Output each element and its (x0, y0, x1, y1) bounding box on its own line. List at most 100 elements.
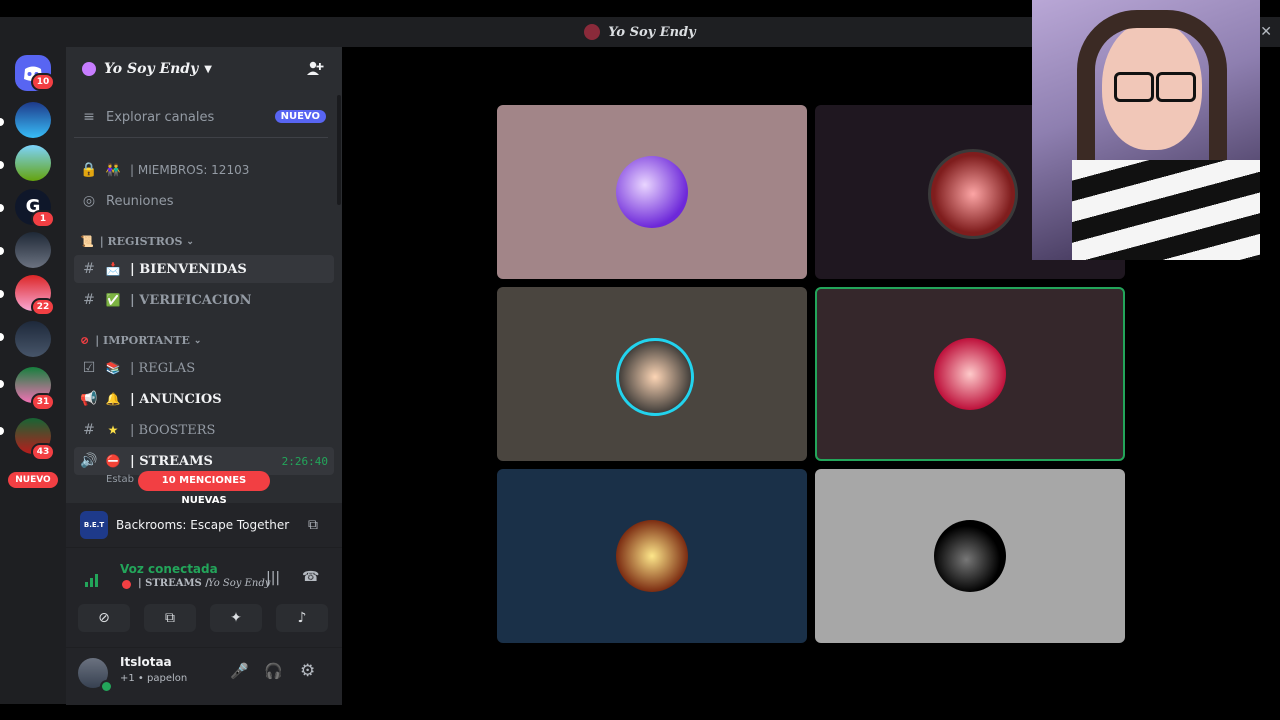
gear-icon[interactable]: ⚙ (300, 661, 315, 681)
list-icon: ≡ (83, 109, 95, 125)
sidebar-scrollbar[interactable] (337, 95, 341, 205)
participant-avatar (616, 156, 688, 228)
server-name: Yo Soy Endy (104, 61, 199, 77)
stream-timer: 2:26:40 (281, 454, 328, 468)
unread-indicator (0, 204, 4, 212)
username[interactable]: Itslotaa (120, 655, 172, 669)
check-emoji-icon: ✅ (105, 293, 121, 307)
notification-badge: 10 (31, 73, 55, 91)
streamer-sweater (1072, 160, 1260, 260)
channel-label: | ANUNCIOS (130, 391, 222, 407)
camera-off-icon: ⊘ (98, 610, 110, 626)
server-rail: 10 G 1 22 31 43 NUEVO (0, 47, 66, 704)
unread-indicator (0, 333, 4, 341)
chevron-down-icon: ⌄ (186, 236, 194, 247)
chevron-down-icon: ▼ (204, 63, 212, 75)
participant-avatar (934, 520, 1006, 592)
user-status: +1 • papelon (120, 673, 188, 684)
server-icon[interactable] (15, 102, 51, 138)
disconnect-icon[interactable]: ☎ (302, 569, 319, 585)
channel-label: | BOOSTERS (130, 422, 216, 438)
new-badge: NUEVO (274, 110, 326, 123)
video-off-button[interactable]: ⊘ (78, 604, 130, 632)
unread-indicator (0, 247, 4, 255)
bell-emoji-icon: 🔔 (105, 392, 121, 406)
people-emoji-icon: 👫 (105, 163, 121, 177)
category-label: | REGISTROS (99, 235, 183, 248)
channel-meetings[interactable]: ◎ Reuniones (74, 187, 334, 215)
explore-channels-label: Explorar canales (106, 109, 215, 125)
add-member-icon[interactable] (306, 59, 324, 81)
hashtag-icon: # (83, 422, 95, 438)
noise-suppression-icon[interactable]: ||| (266, 570, 280, 586)
server-icon[interactable] (15, 321, 51, 357)
screen-share-button[interactable]: ⧉ (144, 604, 196, 632)
unread-indicator (0, 427, 4, 435)
activities-button[interactable]: ✦ (210, 604, 262, 632)
channel-reglas[interactable]: ☑ 📚 | REGLAS (74, 354, 334, 382)
streams-subtext: Estab (106, 474, 134, 485)
screen-share-icon: ⧉ (165, 610, 175, 626)
voice-status[interactable]: Voz conectada (120, 562, 218, 576)
explore-channels[interactable]: ≡ Explorar canales NUEVO (74, 103, 334, 131)
lock-icon: 🔒 (80, 162, 98, 178)
glasses-left (1114, 72, 1154, 102)
category-importante[interactable]: ⊘ | IMPORTANTE ⌄ (80, 334, 201, 347)
glasses-right (1156, 72, 1196, 102)
new-mentions-pill[interactable]: 10 MENCIONES NUEVAS (138, 471, 270, 506)
notification-badge: 43 (31, 443, 55, 461)
participant-tile[interactable] (497, 287, 807, 461)
signal-icon (84, 572, 100, 592)
channel-sidebar: Yo Soy Endy ▼ ≡ Explorar canales NUEVO 🔒… (66, 47, 342, 705)
participant-tile[interactable] (497, 105, 807, 279)
user-panel: Itslotaa +1 • papelon 🎤 🎧 ⚙ (66, 647, 342, 705)
server-icon[interactable] (15, 145, 51, 181)
unread-indicator (0, 290, 4, 298)
window-title: Yo Soy Endy (608, 24, 696, 40)
online-status-dot (100, 680, 113, 693)
channel-label: | VERIFICACION (130, 292, 252, 308)
activity-panel[interactable]: B.E.T Backrooms: Escape Together ⧉ (66, 503, 342, 547)
headset-icon[interactable]: 🎧 (264, 662, 283, 680)
screen-share-icon[interactable]: ⧉ (308, 517, 318, 533)
category-label: | IMPORTANTE (95, 334, 190, 347)
channel-verificacion[interactable]: # ✅ | VERIFICACION (74, 286, 334, 314)
activity-title: Backrooms: Escape Together (116, 518, 290, 532)
channel-boosters[interactable]: # ★ | BOOSTERS (74, 416, 334, 444)
scroll-emoji-icon: 📜 (80, 235, 94, 248)
server-icon[interactable] (15, 232, 51, 268)
megaphone-icon: 📢 (80, 391, 98, 407)
books-emoji-icon: 📚 (105, 361, 121, 375)
star-emoji-icon: ★ (107, 423, 119, 437)
activity-logo: B.E.T (80, 511, 108, 539)
channel-members[interactable]: 🔒 👫 | MIEMBROS: 12103 (74, 156, 334, 184)
participant-avatar (928, 149, 1018, 239)
webcam-overlay (1032, 0, 1260, 260)
channel-anuncios[interactable]: 📢 🔔 | ANUNCIOS (74, 385, 334, 413)
server-header[interactable]: Yo Soy Endy ▼ (66, 47, 342, 91)
microphone-icon[interactable]: 🎤 (230, 662, 249, 680)
envelope-emoji-icon: 📩 (105, 262, 121, 276)
notification-badge: 1 (31, 210, 55, 228)
close-icon[interactable]: ✕ (1260, 24, 1272, 40)
channel-bienvenidas[interactable]: # 📩 | BIENVENIDAS (74, 255, 334, 283)
divider (74, 137, 328, 138)
notification-badge: 22 (31, 298, 55, 316)
participant-avatar (616, 520, 688, 592)
participant-tile[interactable] (815, 469, 1125, 643)
server-avatar-icon (584, 24, 601, 40)
members-label: | MIEMBROS: 12103 (130, 163, 250, 177)
chevron-down-icon: ⌄ (193, 335, 202, 346)
category-registros[interactable]: 📜 | REGISTROS ⌄ (80, 235, 194, 248)
unread-indicator (0, 161, 4, 169)
unread-indicator (0, 118, 4, 126)
activities-icon: ✦ (230, 610, 242, 626)
soundboard-button[interactable]: ♪ (276, 604, 328, 632)
channel-label: | REGLAS (130, 360, 196, 376)
voice-connection-panel: Voz conectada | STREAMS / Yo Soy Endy ||… (66, 547, 342, 648)
participant-tile[interactable] (497, 469, 807, 643)
participant-avatar (616, 338, 694, 416)
participant-tile-speaking[interactable] (815, 287, 1125, 461)
no-entry-icon (122, 580, 131, 589)
unread-indicator (0, 380, 4, 388)
